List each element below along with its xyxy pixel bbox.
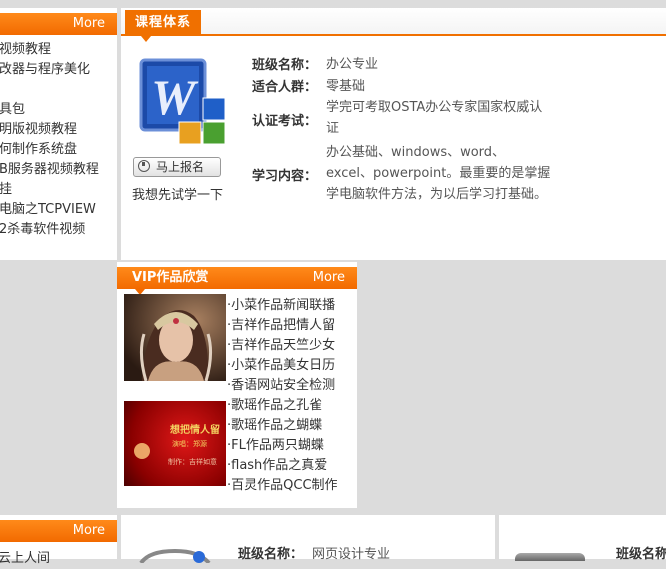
list-item[interactable]: 视频教程 xyxy=(0,40,116,60)
course-panel: 课程体系 W 马上报名 我想先试学一下 班级名称： 办公专业 适合人群： 零基础… xyxy=(121,8,666,260)
banner-credit: 制作：吉祥如意 xyxy=(168,458,217,466)
info-row-class: 班级名称： 办公专业 xyxy=(252,52,592,74)
sign-up-button[interactable]: 马上报名 xyxy=(133,157,221,177)
banner-title: 想把情人留 xyxy=(170,425,220,436)
list-item[interactable]: ·小菜作品新闻联播 xyxy=(227,296,357,316)
info-value: 办公基础、windows、word、excel、powerpoint。最重要的是… xyxy=(326,145,551,202)
info-label: 班级名称： xyxy=(252,58,318,73)
list-item[interactable]: ·百灵作品QCC制作 xyxy=(227,476,357,496)
info-label: 班级名称： xyxy=(238,547,304,562)
device-icon xyxy=(515,553,585,561)
list-item[interactable]: ·歌瑶作品之蝴蝶 xyxy=(227,416,357,436)
info-value: 零基础 xyxy=(326,79,366,94)
info-label: 认证考试： xyxy=(252,114,318,129)
list-item[interactable]: ·FL作品两只蝴蝶 xyxy=(227,436,357,456)
list-item[interactable]: ·吉祥作品把情人留 xyxy=(227,316,357,336)
list-item[interactable]: B服务器视频教程 xyxy=(0,160,116,180)
left-panel-bottom: More 云上人间 xyxy=(0,515,117,566)
list-item[interactable]: 明版视频教程 xyxy=(0,120,116,140)
list-item[interactable]: 何制作系统盘 xyxy=(0,140,116,160)
list-item[interactable]: 具包 xyxy=(0,100,116,120)
info-label: 班级名称 xyxy=(616,547,666,562)
vip-thumb-banner[interactable]: 想把情人留 演唱：郑源 制作：吉祥如意 xyxy=(124,401,226,486)
vip-list: ·小菜作品新闻联播 ·吉祥作品把情人留 ·吉祥作品天竺少女 ·小菜作品美女日历 … xyxy=(227,296,357,496)
left-list: 视频教程 改器与程序美化 具包 明版视频教程 何制作系统盘 B服务器视频教程 挂… xyxy=(0,40,116,240)
info-value: 办公专业 xyxy=(326,57,379,72)
list-item[interactable]: 挂 xyxy=(0,180,116,200)
list-item[interactable] xyxy=(0,80,116,100)
svg-text:W: W xyxy=(151,69,199,125)
ie-logo-icon xyxy=(139,548,211,569)
more-link[interactable]: More xyxy=(313,267,345,289)
list-item[interactable]: ·歌瑶作品之孔雀 xyxy=(227,396,357,416)
more-link[interactable]: More xyxy=(73,520,105,542)
list-item[interactable]: 2杀毒软件视频 xyxy=(0,220,116,240)
info-row-content: 学习内容： 办公基础、windows、word、excel、powerpoint… xyxy=(252,142,592,208)
vip-header: VIP作品欣赏 More xyxy=(117,267,357,289)
sign-up-icon xyxy=(138,160,150,172)
banner-flower xyxy=(134,443,150,459)
vip-panel: VIP作品欣赏 More 想把情人留 演唱：郑源 制作：吉祥如意 ·小菜作品新闻… xyxy=(117,262,357,508)
tab-course-system[interactable]: 课程体系 xyxy=(125,10,202,42)
list-item[interactable]: ·香语网站安全检测 xyxy=(227,376,357,396)
list-item[interactable]: ·吉祥作品天竺少女 xyxy=(227,336,357,356)
vip-title: VIP作品欣赏 xyxy=(132,270,209,285)
list-item[interactable]: 电脑之TCPVIEW xyxy=(0,200,116,220)
course-tab-bar: 课程体系 xyxy=(121,8,666,42)
banner-subtitle: 演唱：郑源 xyxy=(172,440,207,448)
list-item[interactable]: 改器与程序美化 xyxy=(0,60,116,80)
info-value: 网页设计专业 xyxy=(312,547,391,562)
info-row-certification: 认证考试： 学完可考取OSTA办公专家国家权威认证 xyxy=(252,97,592,141)
info-label: 学习内容： xyxy=(252,169,318,184)
left-bottom-header: More xyxy=(0,520,117,542)
more-link[interactable]: More xyxy=(73,13,105,35)
try-learning-link[interactable]: 我想先试学一下 xyxy=(132,184,223,203)
word-logo-icon: W xyxy=(139,56,231,148)
info-row-audience: 适合人群： 零基础 xyxy=(252,74,592,96)
course-info: 班级名称： 办公专业 适合人群： 零基础 认证考试： 学完可考取OSTA办公专家… xyxy=(252,52,562,252)
course-panel-bottom-right: 班级名称 xyxy=(499,515,666,562)
list-item[interactable]: ·flash作品之真爱 xyxy=(227,456,357,476)
vip-thumb-portrait[interactable] xyxy=(124,294,226,381)
list-item[interactable]: 云上人间 xyxy=(0,547,50,566)
list-item[interactable]: ·小菜作品美女日历 xyxy=(227,356,357,376)
left-panel-header: More xyxy=(0,13,117,35)
info-label: 适合人群： xyxy=(252,80,318,95)
info-value: 学完可考取OSTA办公专家国家权威认证 xyxy=(326,100,543,136)
course-panel-bottom: 班级名称： 网页设计专业 xyxy=(121,515,495,565)
left-panel-top: More 视频教程 改器与程序美化 具包 明版视频教程 何制作系统盘 B服务器视… xyxy=(0,8,117,260)
